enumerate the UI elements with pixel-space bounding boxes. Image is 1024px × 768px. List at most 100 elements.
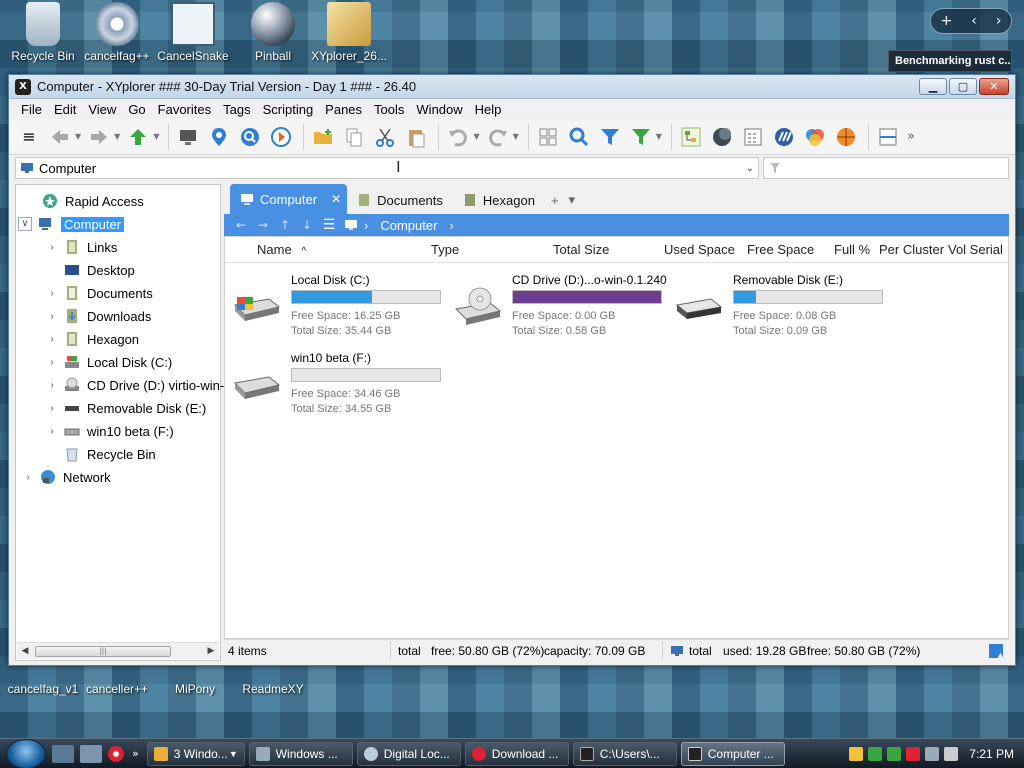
catalog-button[interactable] [770, 123, 798, 151]
xyplorer-app-icon[interactable]: X [15, 78, 31, 95]
new-tab-button[interactable]: + [545, 186, 565, 214]
menu-scripting[interactable]: Scripting [257, 102, 320, 117]
redo-button[interactable] [484, 123, 512, 151]
column-header-used-space[interactable]: Used Space [664, 242, 735, 257]
column-header-total-size[interactable]: Total Size [553, 242, 609, 257]
crumb-forward-icon[interactable]: → [252, 218, 274, 232]
computer-button[interactable] [174, 123, 202, 151]
drive-tile-f[interactable]: win10 beta (F:) Free Space: 34.46 GB Tota… [231, 351, 451, 421]
crumb-separator-icon[interactable]: › [364, 218, 368, 233]
desktop-icon-canceller[interactable]: canceller++ [74, 668, 160, 696]
menu-edit[interactable]: Edit [48, 102, 82, 117]
tree-item-downloads[interactable]: › Downloads [46, 306, 151, 326]
tree-item-desktop[interactable]: Desktop [46, 260, 135, 280]
tree-item-network[interactable]: › Network [22, 467, 110, 487]
address-dropdown-icon[interactable]: ⌄ [746, 163, 754, 174]
scroll-left-icon[interactable]: ◀ [17, 646, 33, 656]
taskbar-button-7zip[interactable]: C:\Users\... [572, 741, 677, 766]
scrollbar-thumb[interactable]: ||| [35, 645, 171, 657]
expand-icon[interactable]: › [46, 311, 58, 322]
desktop-icon-cancelfag[interactable]: cancelfag++ [74, 2, 160, 63]
expand-icon[interactable]: › [46, 357, 58, 368]
title-bar[interactable]: X Computer - XYplorer ### 30-Day Trial V… [9, 75, 1015, 99]
back-dropdown-icon[interactable]: ▼ [75, 132, 81, 141]
copy-button[interactable] [340, 123, 368, 151]
gadget-add-button[interactable]: + [941, 13, 953, 29]
tree-item-cd-drive-d[interactable]: › CD Drive (D:) virtio-win-0 [46, 375, 231, 395]
visual-filter-button[interactable] [596, 123, 624, 151]
file-list[interactable]: Name ^ Type Total Size Used Space Free S… [224, 236, 1009, 639]
close-button[interactable]: ✕ [979, 78, 1009, 95]
opera-icon[interactable] [108, 745, 124, 762]
taskbar-button-windows[interactable]: Windows ... [248, 741, 353, 766]
maximize-button[interactable]: ▢ [949, 78, 977, 95]
find-files-button[interactable] [236, 123, 264, 151]
column-header-type[interactable]: Type [431, 242, 459, 257]
column-header-per-cluster[interactable]: Per Cluster [879, 242, 944, 257]
go-to-location-button[interactable] [205, 123, 233, 151]
back-button[interactable] [46, 123, 74, 151]
clock[interactable]: 7:21 PM [969, 747, 1014, 761]
minimize-button[interactable]: ▁ [919, 78, 947, 95]
forward-button[interactable] [85, 123, 113, 151]
expand-icon[interactable]: › [22, 472, 34, 483]
start-button[interactable] [6, 738, 46, 768]
column-header-name[interactable]: Name ^ [257, 242, 306, 257]
taskbar-button-download[interactable]: Download ... [464, 741, 569, 766]
toolbar-overflow-icon[interactable]: » [907, 129, 915, 144]
menu-file[interactable]: File [15, 102, 48, 117]
crumb-back-icon[interactable]: ← [230, 218, 252, 232]
up-dropdown-icon[interactable]: ▼ [153, 132, 159, 141]
crumb-menu-icon[interactable]: ☰ [318, 217, 340, 233]
menu-favorites[interactable]: Favorites [152, 102, 217, 117]
cut-button[interactable] [371, 123, 399, 151]
forward-dropdown-icon[interactable]: ▼ [114, 132, 120, 141]
green-tray-icon-2[interactable] [887, 746, 902, 761]
run-button[interactable] [267, 123, 295, 151]
menu-tools[interactable]: Tools [368, 102, 410, 117]
tab-documents[interactable]: Documents [347, 186, 453, 214]
gadget-next-button[interactable]: › [996, 13, 1002, 29]
tree-item-rapid-access[interactable]: Rapid Access [24, 191, 144, 211]
column-header-full-percent[interactable]: Full % [834, 242, 870, 257]
ball-button[interactable] [832, 123, 860, 151]
tree-item-computer[interactable]: ∨ Computer [18, 214, 125, 234]
desktop-icon-readmexy[interactable]: ReadmeXY [230, 668, 316, 696]
gadget-title[interactable]: Benchmarking rust c... [888, 50, 1012, 72]
quick-search-button[interactable] [565, 123, 593, 151]
tab-hexagon[interactable]: Hexagon [453, 186, 545, 214]
menu-panes[interactable]: Panes [319, 102, 368, 117]
redo-dropdown-icon[interactable]: ▼ [513, 132, 519, 141]
tree-item-links[interactable]: › Links [46, 237, 117, 257]
green-tray-icon[interactable] [868, 746, 883, 761]
tree-item-recycle-bin[interactable]: Recycle Bin [46, 444, 156, 464]
menu-tags[interactable]: Tags [217, 102, 256, 117]
tree-item-local-disk-c[interactable]: › Local Disk (C:) [46, 352, 172, 372]
tree-item-win10-beta-f[interactable]: › win10 beta (F:) [46, 421, 173, 441]
menu-window[interactable]: Window [410, 102, 468, 117]
expand-icon[interactable]: › [46, 334, 58, 345]
tree-item-hexagon[interactable]: › Hexagon [46, 329, 139, 349]
tab-close-icon[interactable]: ✕ [331, 192, 341, 206]
crumb-up-icon[interactable]: ↑ [274, 218, 296, 232]
paste-button[interactable] [402, 123, 430, 151]
crumb-segment-computer[interactable]: Computer [380, 218, 437, 233]
undo-dropdown-icon[interactable]: ▼ [473, 132, 479, 141]
shield-icon[interactable] [849, 746, 864, 761]
tab-computer[interactable]: Computer ✕ [230, 184, 348, 214]
color-filter-button[interactable] [801, 123, 829, 151]
volume-muted-icon[interactable] [944, 746, 959, 761]
dual-pane-button[interactable] [874, 123, 902, 151]
gadget-controls[interactable]: + ‹ › [930, 8, 1012, 34]
expand-icon[interactable]: › [46, 380, 58, 391]
crumb-separator-icon[interactable]: › [449, 218, 453, 233]
drive-tile-c[interactable]: Local Disk (C:) Free Space: 16.25 GB Tota… [231, 273, 451, 343]
tree-toggle-button[interactable] [677, 123, 705, 151]
drive-tile-e[interactable]: Removable Disk (E:) Free Space: 0.08 GB T… [673, 273, 893, 343]
expand-icon[interactable]: › [46, 403, 58, 414]
type-filter-button[interactable] [627, 123, 655, 151]
crumb-down-icon[interactable]: ↓ [296, 218, 318, 232]
filter-dropdown-icon[interactable]: ▼ [656, 132, 662, 141]
toolbar-menu-button[interactable]: ≡ [15, 123, 43, 151]
dark-mode-button[interactable] [708, 123, 736, 151]
